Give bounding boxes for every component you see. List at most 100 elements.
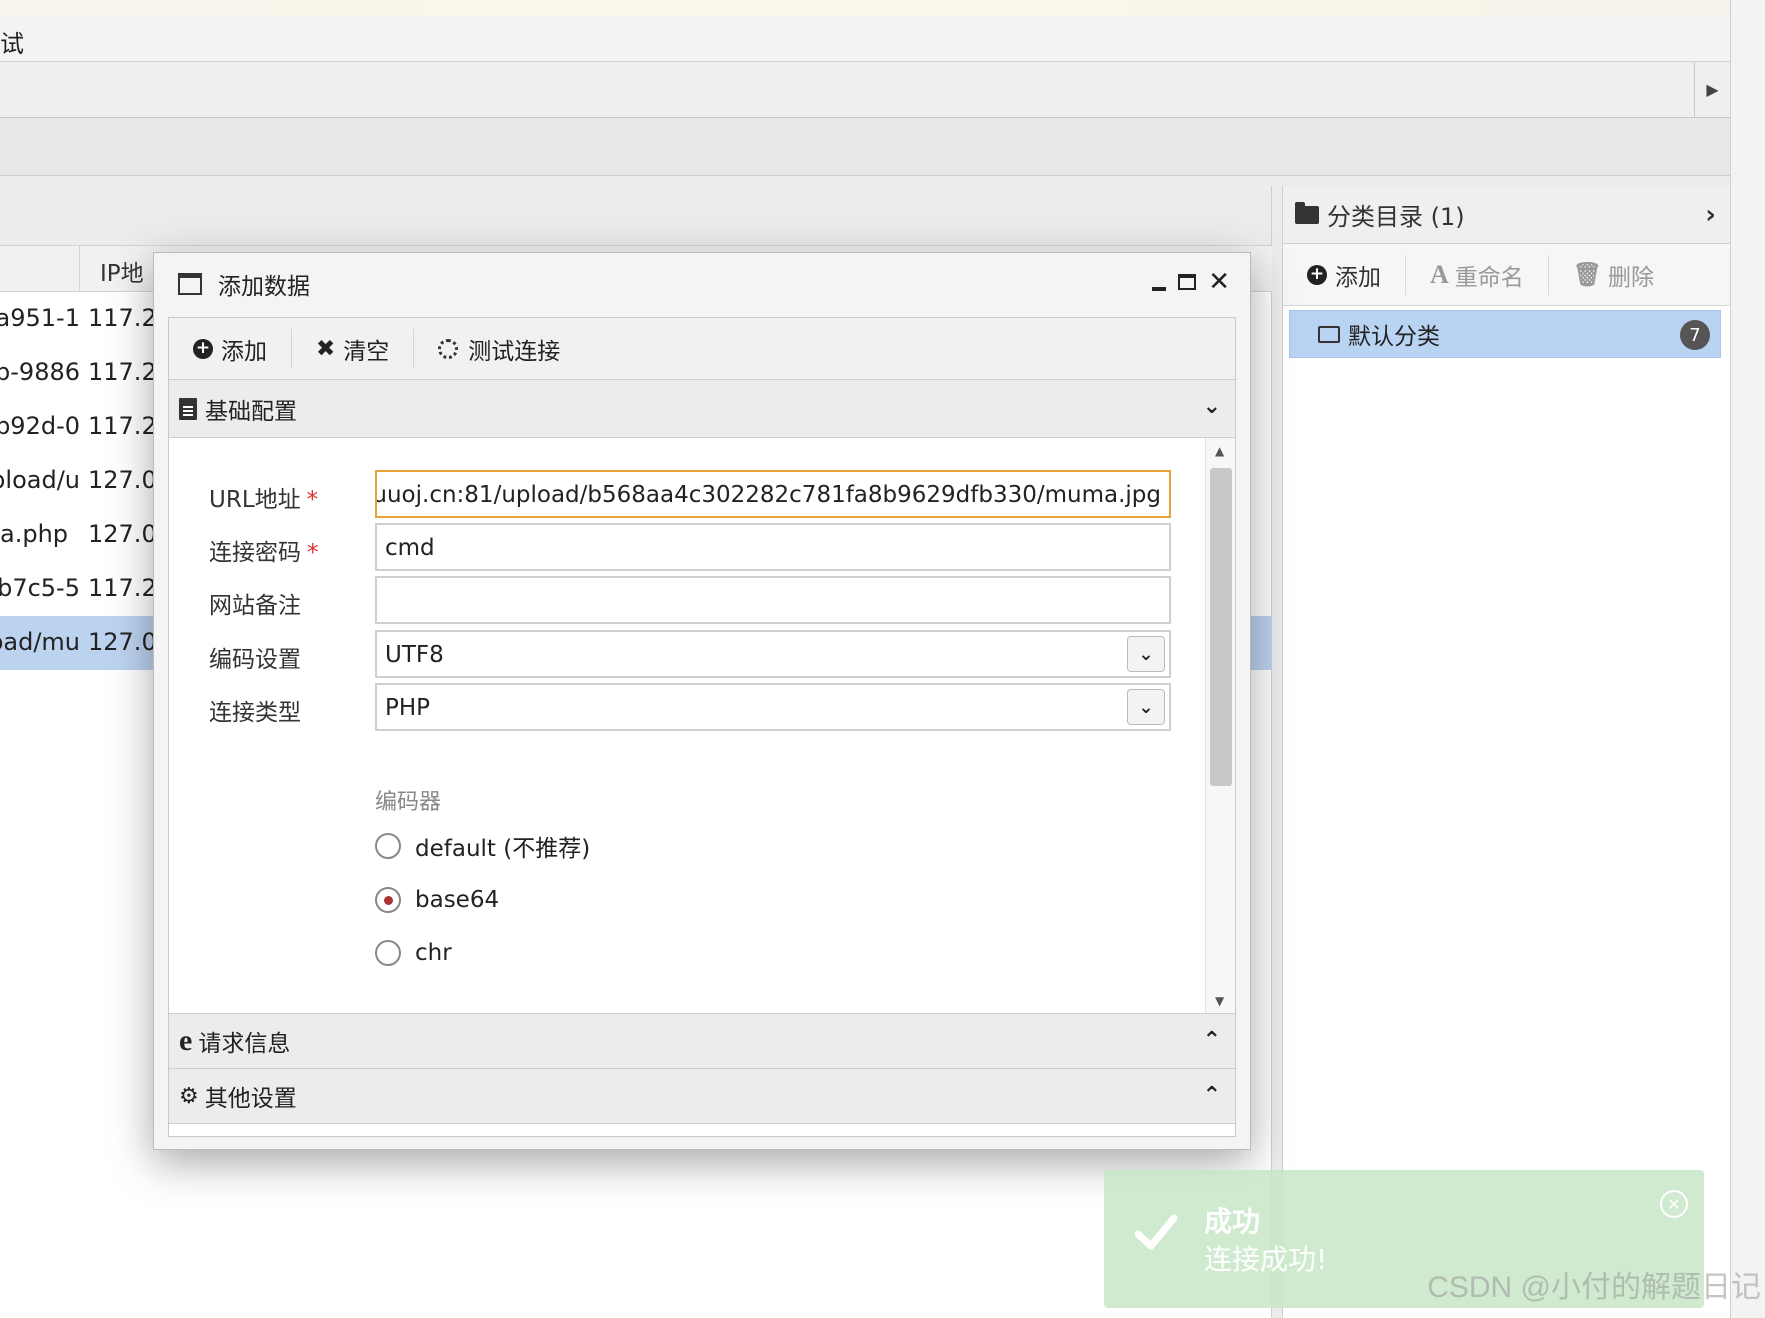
- dialog-titlebar[interactable]: 添加数据 ✕: [154, 253, 1250, 315]
- window-icon: [178, 273, 202, 295]
- category-toolbar: + 添加 A 重命名 🗑 删除: [1283, 244, 1730, 306]
- category-panel: 分类目录 (1) › + 添加 A 重命名 🗑 删除 默认分类 7: [1282, 186, 1730, 1318]
- required-mark: *: [306, 487, 319, 513]
- chevron-down-icon[interactable]: ⌄: [1127, 636, 1165, 672]
- category-rename-label: 重命名: [1454, 264, 1524, 291]
- radio-button-checked[interactable]: [375, 887, 401, 913]
- column-url-header[interactable]: [0, 246, 80, 292]
- main-toolbar: [0, 118, 1730, 176]
- cell-url: 9886-b: [0, 358, 80, 386]
- basic-config-form: URL地址 * de5.buuoj.cn:81/upload/b568aa4c30…: [169, 438, 1235, 1014]
- chevron-down-icon[interactable]: ⌄: [1127, 689, 1165, 725]
- scroll-up-icon[interactable]: ▲: [1215, 444, 1224, 458]
- cell-ip: 127.0: [88, 628, 157, 656]
- browser-e-icon: e: [179, 1024, 193, 1057]
- test-connection-label: 测试连接: [468, 338, 561, 365]
- watermark: CSDN @小付的解题日记: [1427, 1271, 1761, 1304]
- chevron-up-icon[interactable]: ⌃: [1203, 1083, 1221, 1108]
- password-input[interactable]: cmd: [375, 523, 1171, 571]
- clear-button[interactable]: ✖ 清空: [292, 328, 415, 369]
- section-basic-config[interactable]: 基础配置 ⌄: [169, 380, 1235, 438]
- radio-button[interactable]: [375, 833, 401, 859]
- add-label: 添加: [221, 338, 267, 365]
- toast-message: 连接成功!: [1204, 1243, 1328, 1276]
- cell-url: 1-a951-: [0, 304, 80, 332]
- encoder-option-chr[interactable]: chr: [375, 935, 452, 971]
- category-header: 分类目录 (1) ›: [1283, 186, 1730, 244]
- category-rename-button[interactable]: A 重命名: [1406, 254, 1549, 295]
- top-edge: [0, 0, 1730, 16]
- category-item-label: 默认分类: [1348, 324, 1440, 350]
- scroll-thumb[interactable]: [1210, 468, 1232, 786]
- list-panel-header: [0, 186, 1271, 246]
- window-edge: [1730, 0, 1765, 1318]
- folder-icon: [1295, 201, 1319, 224]
- folder-open-icon: [1318, 325, 1340, 343]
- chevron-up-icon[interactable]: ⌃: [1203, 1028, 1221, 1053]
- cell-ip: 117.2: [88, 304, 157, 332]
- cell-ip: 117.2: [88, 412, 157, 440]
- spinner-icon: [438, 338, 459, 359]
- dialog-title: 添加数据: [218, 274, 310, 300]
- cell-url: b92d-0: [0, 412, 80, 440]
- count-badge: 7: [1680, 320, 1710, 350]
- form-scrollbar[interactable]: ▲ ▼: [1205, 438, 1235, 1013]
- cell-ip: 117.2: [88, 574, 157, 602]
- dialog-toolbar: + 添加 ✖ 清空 测试连接: [169, 318, 1235, 380]
- section-basic-title: 基础配置: [205, 398, 297, 425]
- url-row: URL地址 * de5.buuoj.cn:81/upload/b568aa4c30…: [169, 470, 1189, 518]
- encoding-label: 编码设置: [209, 647, 301, 673]
- encoder-option-label: chr: [415, 940, 452, 966]
- menu-item-partial[interactable]: 试: [0, 24, 24, 59]
- encoding-row: 编码设置 UTF8 ⌄: [169, 630, 1189, 678]
- cell-ip: 127.0: [88, 520, 157, 548]
- add-button[interactable]: + 添加: [169, 328, 292, 369]
- required-mark: *: [307, 540, 319, 566]
- url-label: URL地址 *: [209, 487, 319, 513]
- add-data-dialog: 添加数据 ✕ + 添加 ✖ 清空 测试连接 基础配置 ⌄ URL地址 * de5…: [153, 252, 1251, 1150]
- maximize-icon[interactable]: [1178, 274, 1197, 290]
- encoder-option-default[interactable]: default (不推荐): [375, 828, 590, 864]
- test-connection-button[interactable]: 测试连接: [414, 329, 584, 369]
- encoder-option-base64[interactable]: base64: [375, 882, 499, 918]
- note-row: 网站备注: [169, 576, 1189, 624]
- category-item-default[interactable]: 默认分类 7: [1289, 310, 1721, 358]
- type-select[interactable]: PHP ⌄: [375, 683, 1171, 731]
- category-delete-label: 删除: [1607, 264, 1654, 291]
- category-delete-button[interactable]: 🗑 删除: [1549, 255, 1678, 295]
- chevron-right-icon[interactable]: ›: [1705, 200, 1716, 230]
- toast-close-icon[interactable]: ✕: [1660, 1190, 1688, 1218]
- encoding-select[interactable]: UTF8 ⌄: [375, 630, 1171, 678]
- dialog-body: + 添加 ✖ 清空 测试连接 基础配置 ⌄ URL地址 * de5.buuoj.c…: [168, 317, 1236, 1137]
- section-request-info[interactable]: e 请求信息 ⌃: [169, 1014, 1235, 1069]
- category-add-label: 添加: [1335, 264, 1381, 291]
- gears-icon: ⚙: [179, 1083, 199, 1109]
- radio-button[interactable]: [375, 940, 401, 966]
- x-icon: ✖: [316, 335, 336, 362]
- cell-ip: 127.0: [88, 466, 157, 494]
- type-label: 连接类型: [209, 700, 301, 726]
- category-add-button[interactable]: + 添加: [1283, 254, 1406, 295]
- cell-url: pload/u: [0, 466, 80, 494]
- cell-url: oad/mu: [0, 628, 80, 656]
- tab-scroll-right-icon[interactable]: ▶: [1694, 62, 1730, 117]
- trash-icon: 🗑: [1572, 262, 1602, 288]
- plus-circle-icon: +: [1307, 264, 1327, 285]
- url-input[interactable]: de5.buuoj.cn:81/upload/b568aa4c302282c78…: [375, 470, 1171, 518]
- minimize-icon[interactable]: [1152, 287, 1167, 291]
- plus-circle-icon: +: [193, 338, 213, 359]
- window-controls: ✕: [1152, 269, 1230, 295]
- close-icon[interactable]: ✕: [1208, 269, 1230, 295]
- chevron-down-icon[interactable]: ⌄: [1203, 394, 1221, 419]
- section-other-settings[interactable]: ⚙ 其他设置 ⌃: [169, 1069, 1235, 1124]
- note-input[interactable]: [375, 576, 1171, 624]
- category-title: 分类目录 (1): [1327, 203, 1465, 231]
- font-icon: A: [1430, 259, 1449, 289]
- section-request-title: 请求信息: [198, 1031, 291, 1057]
- tab-strip: ▶: [0, 62, 1730, 118]
- encoder-option-label: base64: [415, 887, 500, 913]
- scroll-down-icon[interactable]: ▼: [1215, 994, 1224, 1008]
- column-ip-header[interactable]: IP地: [100, 254, 144, 288]
- toast-title: 成功: [1204, 1205, 1261, 1238]
- encoder-title: 编码器: [375, 790, 442, 815]
